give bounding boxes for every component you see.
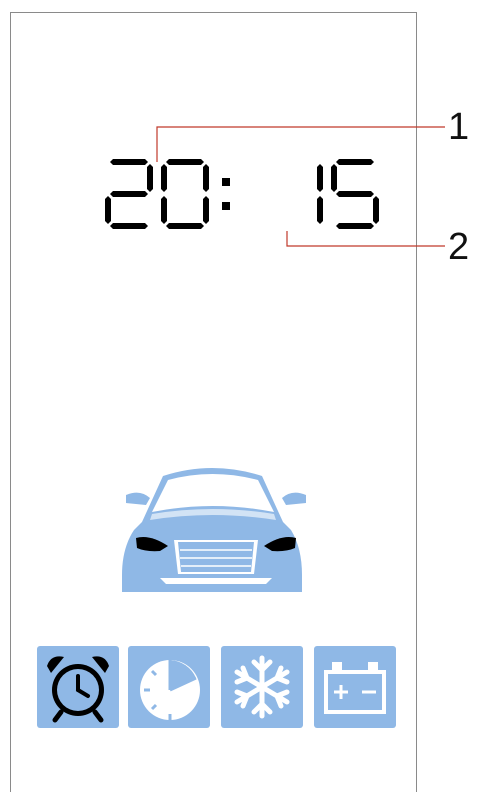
digit-4-segment-c xyxy=(373,196,379,224)
defrost-tile[interactable] xyxy=(221,646,303,728)
digit-4-segment-f xyxy=(331,164,337,192)
alarm-clock-icon xyxy=(47,656,109,723)
colon-dot-1 xyxy=(222,178,230,186)
battery-icon xyxy=(324,662,386,714)
digit-2-segment-b xyxy=(203,164,209,192)
callout-line-1 xyxy=(156,126,445,162)
seven-segment-time xyxy=(105,159,379,229)
snowflake-icon xyxy=(234,655,290,719)
digit-4-segment-d xyxy=(336,223,374,229)
digit-2-segment-a xyxy=(166,159,204,165)
callout-label-1: 1 xyxy=(448,106,470,148)
battery-tile[interactable] xyxy=(314,646,396,728)
digit-1-segment-g xyxy=(110,191,148,197)
digit-1-segment-e xyxy=(105,196,111,224)
digit-3-segment-c xyxy=(317,196,323,224)
callout-line-2 xyxy=(286,231,445,247)
colon-dot-2 xyxy=(222,202,230,210)
alarm-tile[interactable] xyxy=(37,646,119,728)
digit-2-segment-f xyxy=(161,164,167,192)
digit-2-segment-c xyxy=(203,196,209,224)
timer-tile[interactable] xyxy=(128,646,210,728)
callout-label-2: 2 xyxy=(448,226,470,268)
digit-3-segment-b xyxy=(317,164,323,192)
digit-4-segment-g xyxy=(336,191,374,197)
digit-1-segment-a xyxy=(110,159,148,165)
timer-icon xyxy=(140,660,200,720)
digit-1-segment-d xyxy=(110,223,148,229)
digit-1-segment-b xyxy=(147,164,153,192)
digit-2-segment-d xyxy=(166,223,204,229)
digit-4-segment-a xyxy=(336,159,374,165)
car-front-icon xyxy=(122,468,306,592)
digit-2-segment-e xyxy=(161,196,167,224)
